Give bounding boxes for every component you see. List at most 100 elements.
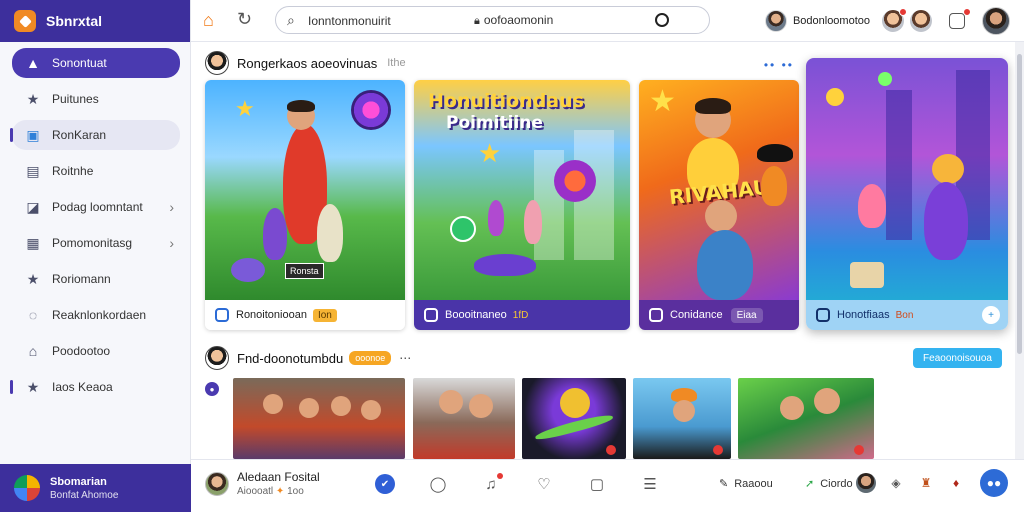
video-thumbnail[interactable]	[633, 378, 731, 459]
channel-avatar[interactable]	[205, 51, 229, 75]
calendar-icon: ▦	[26, 234, 40, 251]
video-card[interactable]: ★ Ronsta Ronoitoniooan Ion	[205, 80, 405, 330]
brand-logo-icon	[14, 10, 36, 32]
sidebar-item-label: Roitnhe	[52, 164, 94, 178]
sidebar-item-2[interactable]: ▣ RonKaran	[10, 120, 180, 150]
friend-avatar[interactable]	[882, 8, 907, 32]
flame-icon[interactable]: ♦	[946, 473, 966, 493]
featured-cards: ★ Ronsta Ronoitoniooan Ion Honuitiondaus…	[205, 58, 1015, 330]
card-sign: Ronsta	[285, 263, 324, 279]
video-card[interactable]: ★ RIVAHAU Conidance Eiaa	[639, 80, 799, 330]
current-user-name[interactable]: Aledaan Fosital	[237, 470, 320, 484]
person-head	[814, 388, 840, 414]
search-input[interactable]	[308, 12, 458, 29]
featured-section-title[interactable]: Rongerkaos aoeovinuas	[237, 56, 377, 71]
video-thumbnail[interactable]	[522, 378, 626, 459]
brand-header[interactable]: Sbnrxtal	[0, 0, 190, 42]
notifications-icon[interactable]	[946, 8, 971, 32]
reload-icon[interactable]: ↻	[237, 9, 252, 30]
character-figure	[488, 200, 504, 236]
video-icon	[816, 308, 830, 322]
top-bar: ⌂ ↻ ⌕ 🔒︎oofoaomonin Bodonloomotoo	[191, 0, 1024, 42]
bookmark-icon: ★	[26, 90, 40, 107]
pinwheel-logo-icon	[14, 475, 40, 501]
sidebar-item-9[interactable]: ★ Iaos Keaoa	[10, 372, 180, 402]
sidebar-item-label: Pomomonitasg	[52, 236, 133, 250]
bottom-bar: Aledaan Fosital Aioooatl ✦ 1oo ✔ ◯ ♫ ♡ ▢…	[191, 459, 1024, 512]
user-avatar[interactable]	[764, 10, 787, 32]
heart-icon[interactable]: ♡	[534, 474, 554, 494]
star-decoration: ★	[235, 96, 255, 121]
star-decoration: ★	[478, 138, 502, 168]
toy-decoration	[474, 254, 536, 276]
sticker-icon[interactable]: ▢	[587, 474, 607, 494]
sidebar-item-5[interactable]: ▦ Pomomonitasg ›	[12, 228, 180, 258]
sidebar-footer[interactable]: Sbomarian Bonfat Ahomoe	[0, 464, 191, 512]
active-marker	[10, 128, 13, 142]
sidebar: Sbnrxtal ▲ Sonontuat ★ Puitunes ▣ RonKar…	[0, 0, 191, 512]
followed-section-header: Fnd-doonotumbdu ooonoe ⋯	[205, 346, 412, 370]
orb-decoration	[554, 160, 596, 202]
sidebar-item-0[interactable]: ▲ Sonontuat	[12, 48, 180, 78]
channel-avatar[interactable]	[205, 346, 229, 370]
comment-icon[interactable]: ◯	[428, 474, 448, 494]
video-thumbnail[interactable]	[413, 378, 515, 459]
sidebar-item-4[interactable]: ◪ Podag loomntant ›	[12, 192, 180, 222]
character-figure	[697, 230, 753, 300]
search-filter[interactable]: 🔒︎ oofoaomonin	[474, 13, 553, 28]
search-bar[interactable]: ⌕ 🔒︎oofoaomonin	[275, 6, 710, 34]
voice-search-icon[interactable]	[655, 13, 669, 27]
friend-avatar[interactable]	[856, 473, 876, 493]
edit-link-label: Raaoou	[734, 478, 773, 490]
card-caption: Ronoitoniooan Ion	[205, 300, 405, 330]
check-icon[interactable]: ✔	[375, 474, 395, 494]
folder-icon: ◪	[26, 198, 40, 215]
card-caption: Honotfiaas Bon +	[806, 300, 1008, 330]
current-user-avatar[interactable]	[205, 472, 229, 496]
video-icon	[215, 308, 229, 322]
bell-icon[interactable]: ♫	[481, 473, 503, 494]
profile-avatar[interactable]	[982, 7, 1010, 35]
card-thumbnail: ★ Ronsta	[205, 80, 405, 300]
orb-decoration	[450, 216, 476, 242]
followed-section-title[interactable]: Fnd-doonotumbdu	[237, 351, 343, 366]
trophy-icon[interactable]: ♜	[916, 473, 936, 493]
orb-decoration	[351, 90, 391, 130]
card-thumbnail: Honuitiondaus Poimitiine ★	[414, 80, 630, 300]
sidebar-item-8[interactable]: ⌂ Poodootoo	[12, 336, 180, 366]
scrollbar[interactable]	[1015, 42, 1024, 459]
live-dot	[713, 445, 723, 455]
hat-decoration	[757, 144, 793, 162]
person-head	[673, 400, 695, 422]
live-dot	[854, 445, 864, 455]
info-icon[interactable]: ●	[205, 382, 219, 396]
scrollbar-thumb[interactable]	[1017, 54, 1022, 354]
add-icon[interactable]: +	[982, 306, 1000, 324]
list-icon[interactable]: ☰	[640, 474, 660, 494]
sidebar-item-6[interactable]: ★ Roriomann	[12, 264, 180, 294]
sidebar-item-label: Poodootoo	[52, 344, 111, 358]
edit-link[interactable]: ✎ Raaoou	[719, 477, 773, 490]
featured-more-icon[interactable]: •• ••	[764, 58, 794, 72]
user-label[interactable]: Bodonloomotoo	[793, 15, 870, 27]
chat-button[interactable]: ●●	[980, 469, 1008, 497]
video-thumbnail[interactable]	[738, 378, 874, 459]
video-thumbnail[interactable]	[233, 378, 405, 459]
sidebar-item-7[interactable]: ◌ Reaknlonkordaen	[12, 300, 180, 330]
person-head	[469, 394, 493, 418]
sidebar-item-1[interactable]: ★ Puitunes	[12, 84, 180, 114]
friend-avatar[interactable]	[910, 10, 932, 32]
child-figure	[761, 166, 787, 206]
video-icon	[649, 308, 663, 322]
star-icon: ★	[26, 270, 40, 287]
gift-icon[interactable]: ◈	[886, 473, 906, 493]
sidebar-item-3[interactable]: ▤ Roitnhe	[12, 156, 180, 186]
home-icon[interactable]: ⌂	[203, 10, 214, 31]
card-thumbnail	[806, 58, 1008, 300]
video-card[interactable]: Honuitiondaus Poimitiine ★ Boooitnaneo 1…	[414, 80, 630, 330]
building-decoration	[886, 90, 912, 240]
status-text: Aioooatl	[237, 486, 274, 497]
follow-button[interactable]: Feaoonoisouoa	[913, 348, 1002, 368]
video-card[interactable]: Honotfiaas Bon +	[806, 58, 1008, 330]
more-icon[interactable]: ⋯	[399, 351, 412, 365]
